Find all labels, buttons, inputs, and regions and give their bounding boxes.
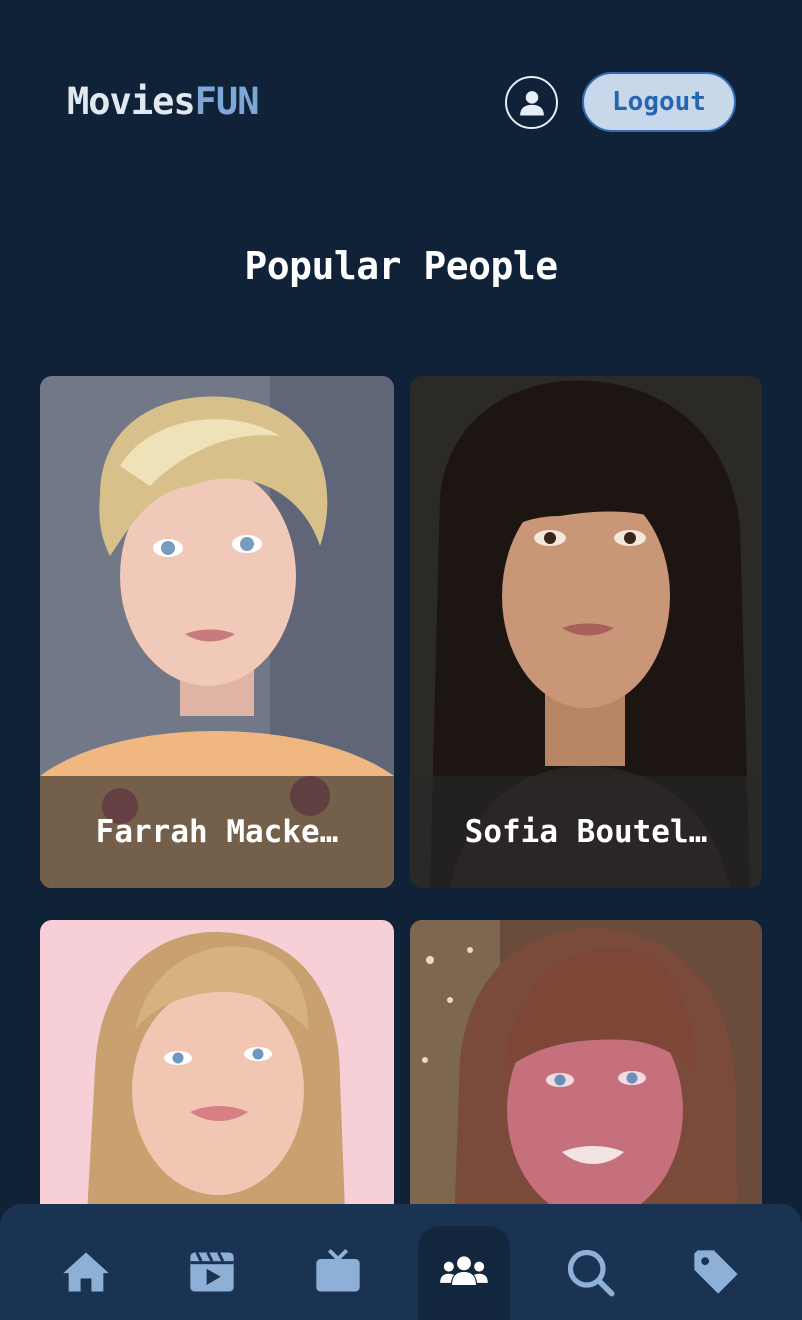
person-name-bar: Farrah Macke… (40, 776, 394, 888)
home-icon (63, 1252, 109, 1292)
app-logo[interactable]: MoviesFUN (67, 78, 260, 126)
logout-button[interactable]: Logout (582, 72, 736, 132)
tag-icon (694, 1250, 738, 1294)
search-icon (567, 1249, 615, 1297)
logo-text-fun: FUN (194, 80, 260, 123)
nav-tags[interactable] (670, 1226, 762, 1320)
tv-icon (316, 1248, 360, 1292)
app-root: MoviesFUN Logout Popular People Farrah M… (0, 0, 802, 1320)
header: MoviesFUN Logout (0, 0, 802, 200)
people-icon (440, 1256, 488, 1285)
person-card[interactable]: Farrah Macke… (40, 376, 394, 888)
nav-tv[interactable] (292, 1226, 384, 1320)
nav-home[interactable] (40, 1226, 132, 1320)
nav-search[interactable] (544, 1226, 636, 1320)
bottom-nav (0, 1204, 802, 1320)
nav-people[interactable] (418, 1226, 510, 1320)
logo-text-movies: Movies (67, 80, 196, 123)
nav-movies[interactable] (166, 1226, 258, 1320)
person-name: Farrah Macke… (95, 814, 339, 850)
movies-icon (190, 1251, 234, 1292)
user-icon (519, 90, 544, 115)
person-card[interactable]: Sofia Boutel… (410, 376, 762, 888)
person-name: Sofia Boutel… (464, 814, 708, 850)
page-title: Popular People (244, 244, 558, 288)
profile-button[interactable] (505, 76, 558, 129)
person-name-bar: Sofia Boutel… (410, 776, 762, 888)
